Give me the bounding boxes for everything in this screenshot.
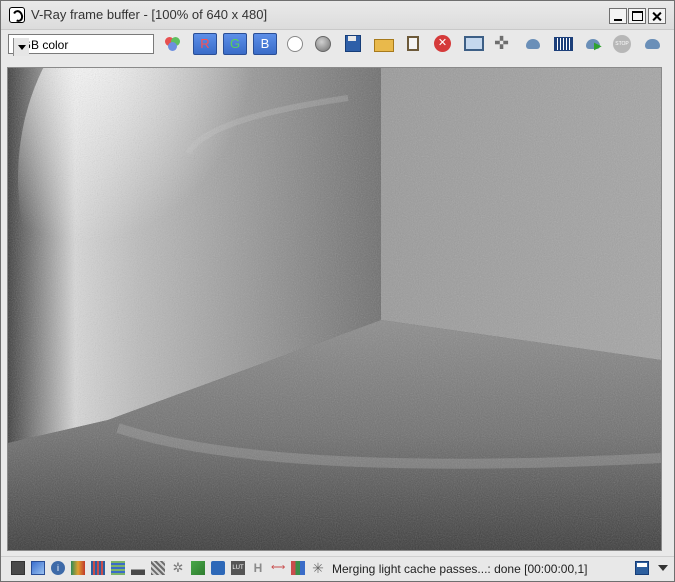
red-channel-button[interactable]: R bbox=[193, 33, 217, 55]
curves-icon[interactable] bbox=[151, 561, 165, 575]
gray-circle-icon[interactable] bbox=[313, 33, 335, 55]
compare-icon[interactable] bbox=[271, 561, 285, 575]
histogram-icon[interactable] bbox=[553, 33, 575, 55]
status-bar: Merging light cache passes...: done [00:… bbox=[1, 556, 674, 581]
info-icon[interactable] bbox=[51, 561, 65, 575]
vray-logo-icon[interactable] bbox=[9, 7, 25, 23]
chevron-down-icon[interactable] bbox=[658, 565, 668, 571]
track-mouse-icon[interactable] bbox=[493, 33, 515, 55]
display-correction-icon[interactable] bbox=[11, 561, 25, 575]
levels-icon[interactable] bbox=[131, 561, 145, 575]
settings-star-icon[interactable] bbox=[311, 561, 325, 575]
exposure-icon[interactable] bbox=[71, 561, 85, 575]
status-text: Merging light cache passes...: done [00:… bbox=[332, 562, 588, 576]
ocio-icon[interactable] bbox=[211, 561, 225, 575]
h-icon[interactable] bbox=[251, 561, 265, 575]
render-image bbox=[8, 68, 661, 550]
lut-icon[interactable] bbox=[191, 561, 205, 575]
maximize-button[interactable] bbox=[628, 8, 646, 24]
open-folder-icon[interactable] bbox=[373, 33, 395, 55]
lut-text-icon[interactable] bbox=[231, 561, 245, 575]
rgb-channels-icon[interactable] bbox=[162, 33, 184, 55]
toolbar: RGB color R G B bbox=[1, 30, 674, 60]
vfb-window: V-Ray frame buffer - [100% of 640 x 480]… bbox=[0, 0, 675, 582]
clear-image-icon[interactable] bbox=[433, 33, 455, 55]
render-viewport[interactable] bbox=[7, 67, 662, 551]
color-corrections-icon[interactable] bbox=[31, 561, 45, 575]
render-region-icon[interactable] bbox=[523, 33, 545, 55]
title-bar[interactable]: V-Ray frame buffer - [100% of 640 x 480] bbox=[1, 1, 674, 30]
clipboard-icon[interactable] bbox=[403, 33, 425, 55]
render-last-icon[interactable] bbox=[643, 33, 665, 55]
save-icon[interactable] bbox=[343, 33, 365, 55]
color-strip-icon[interactable] bbox=[291, 561, 305, 575]
window-title: V-Ray frame buffer - [100% of 640 x 480] bbox=[31, 7, 268, 22]
stop-icon[interactable] bbox=[613, 33, 635, 55]
background-icon[interactable] bbox=[171, 561, 185, 575]
channel-select[interactable]: RGB color bbox=[8, 34, 154, 56]
green-channel-button[interactable]: G bbox=[223, 33, 247, 55]
minimize-button[interactable] bbox=[609, 8, 627, 24]
white-balance-icon[interactable] bbox=[91, 561, 105, 575]
close-button[interactable] bbox=[648, 8, 666, 24]
hue-saturation-icon[interactable] bbox=[111, 561, 125, 575]
white-circle-icon[interactable] bbox=[285, 33, 307, 55]
panel-toggle-icon[interactable] bbox=[635, 561, 649, 575]
blue-channel-button[interactable]: B bbox=[253, 33, 277, 55]
monitor-icon[interactable] bbox=[463, 33, 485, 55]
chevron-down-icon[interactable] bbox=[13, 38, 29, 56]
render-icon[interactable] bbox=[584, 33, 606, 55]
